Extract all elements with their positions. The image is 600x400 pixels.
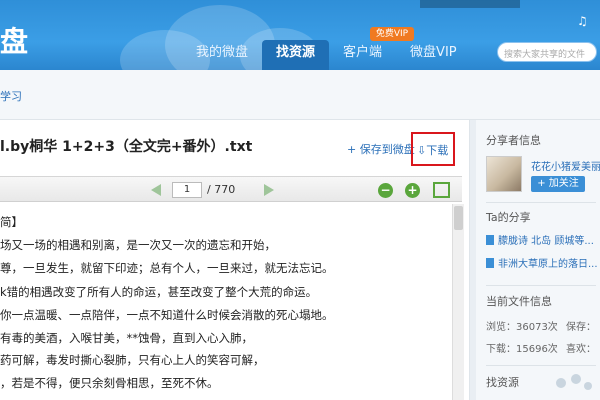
- file-viewer-panel: l.by桐华 1+2+3（全文完+番外）.txt + 保存到微盘 ⇩下载 1 /…: [0, 120, 470, 400]
- text-line: 尊，一旦发生，就留下印迹；总有个人，一旦来过，就无法忘记。: [0, 261, 334, 275]
- sharer-heading: 分享者信息: [486, 134, 541, 147]
- download-label: 下载: [426, 144, 449, 157]
- next-page-icon[interactable]: [264, 184, 274, 196]
- follow-button[interactable]: + 加关注: [531, 176, 585, 192]
- sharer-name[interactable]: 花花小猪爱美丽: [531, 158, 600, 173]
- download-button[interactable]: ⇩下载: [411, 132, 455, 166]
- zoom-out-icon[interactable]: −: [378, 183, 393, 198]
- top-strip: [420, 0, 520, 8]
- free-vip-badge: 免费VIP: [370, 27, 414, 41]
- text-line: 简】: [0, 215, 23, 229]
- page-total: / 770: [207, 183, 236, 196]
- download-count: 下载：15696次: [486, 344, 558, 355]
- find-resources-heading: 找资源: [486, 376, 519, 389]
- avatar[interactable]: [486, 156, 522, 192]
- view-count: 浏览：36073次: [486, 322, 558, 333]
- share-item[interactable]: 朦胧诗 北岛 顾城等...: [486, 232, 594, 247]
- divider: [486, 202, 596, 203]
- text-line: ，若是不得，便只余刻骨相思，至死不休。: [0, 376, 219, 390]
- file-title: l.by桐华 1+2+3（全文完+番外）.txt: [0, 139, 253, 155]
- text-line: k错的相遇改变了所有人的命运，甚至改变了整个大荒的命运。: [0, 285, 318, 299]
- document-icon: [486, 235, 494, 245]
- fullscreen-icon[interactable]: [433, 182, 450, 198]
- share-item[interactable]: 非洲大草原上的落日...: [486, 255, 598, 270]
- save-to-disk-button[interactable]: + 保存到微盘: [347, 141, 415, 157]
- shares-heading: Ta的分享: [486, 211, 531, 224]
- logo[interactable]: 盘: [0, 20, 30, 60]
- main-nav: 我的微盘 找资源 客户端 微盘VIP: [182, 40, 471, 70]
- file-info-heading: 当前文件信息: [486, 295, 552, 308]
- text-line: 有毒的美酒，入喉甘美，**蚀骨，直到入心入肺，: [0, 331, 253, 345]
- sidebar: 分享者信息 花花小猪爱美丽 + 加关注 Ta的分享 朦胧诗 北岛 顾城等... …: [476, 120, 600, 400]
- divider: [486, 285, 596, 286]
- page-number-input[interactable]: 1: [172, 182, 202, 198]
- download-icon: ⇩: [417, 144, 427, 157]
- breadcrumb-bar: 学习: [0, 70, 600, 120]
- nav-vip[interactable]: 微盘VIP: [396, 40, 471, 70]
- text-line: 药可解，毒发时撕心裂肺，只有心上人的笑容可解，: [0, 353, 265, 367]
- top-header: 盘 免费VIP 我的微盘 找资源 客户端 微盘VIP 搜索大家共享的文件 ♫: [0, 0, 600, 70]
- nav-my-disk[interactable]: 我的微盘: [182, 40, 262, 70]
- music-note-icon[interactable]: ♫: [577, 14, 589, 28]
- share-item-label: 非洲大草原上的落日...: [498, 259, 598, 270]
- viewer-toolbar: 1 / 770 − +: [0, 176, 462, 202]
- share-item-label: 朦胧诗 北岛 顾城等...: [498, 236, 594, 247]
- document-content: 简】 场又一场的相遇和别离，是一次又一次的遗忘和开始， 尊，一旦发生，就留下印迹…: [0, 204, 450, 400]
- document-icon: [486, 258, 494, 268]
- search-input[interactable]: 搜索大家共享的文件: [497, 42, 597, 62]
- save-count: 保存：: [566, 322, 596, 333]
- text-line: 你一点温暖、一点陪伴，一点不知道什么时候会消散的死心塌地。: [0, 308, 334, 322]
- like-count: 喜欢：: [566, 344, 596, 355]
- scrollbar-thumb[interactable]: [454, 206, 463, 230]
- nav-client[interactable]: 客户端: [329, 40, 396, 70]
- breadcrumb[interactable]: 学习: [0, 88, 22, 104]
- text-line: 场又一场的相遇和别离，是一次又一次的遗忘和开始，: [0, 238, 276, 252]
- prev-page-icon[interactable]: [151, 184, 161, 196]
- document-scrollbar[interactable]: [452, 204, 464, 400]
- divider: [486, 365, 596, 366]
- zoom-in-icon[interactable]: +: [405, 183, 420, 198]
- nav-find-resources[interactable]: 找资源: [262, 40, 330, 70]
